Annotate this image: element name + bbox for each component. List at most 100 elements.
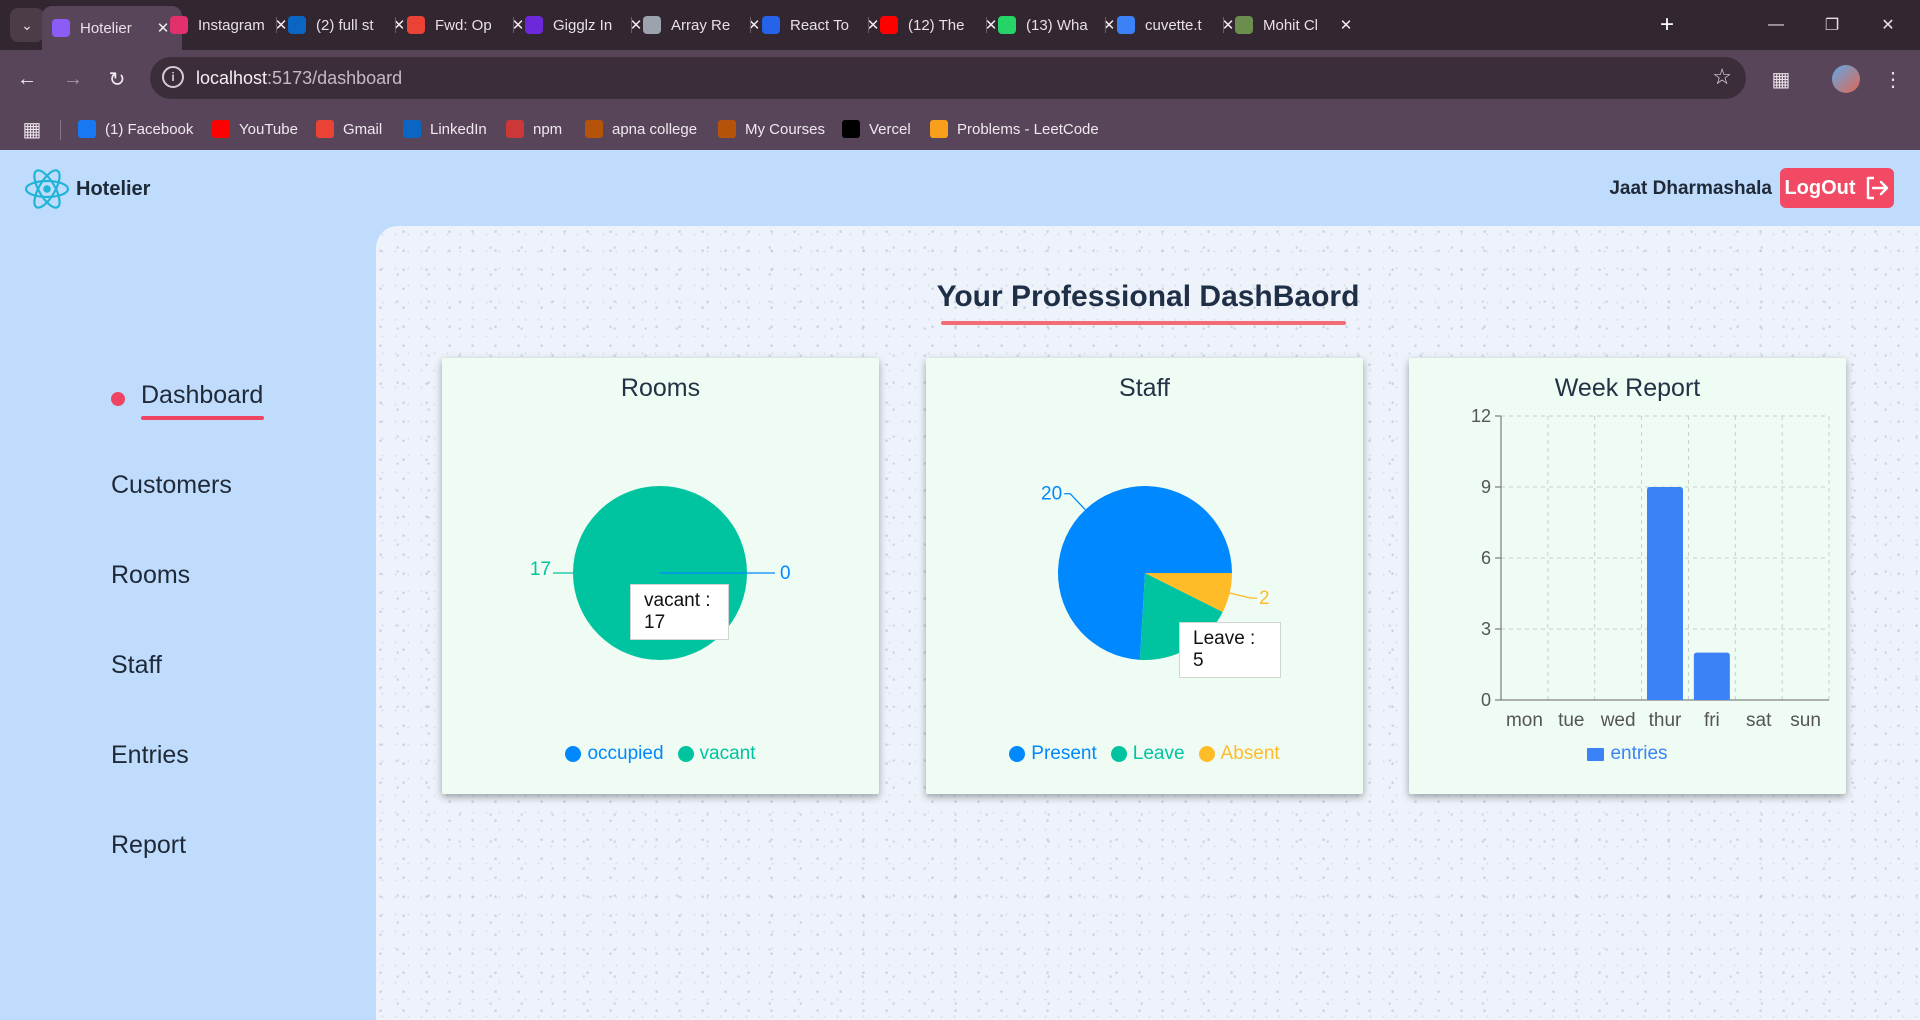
bookmark-item[interactable]: LinkedIn (403, 118, 487, 140)
logout-button[interactable]: LogOut (1780, 168, 1894, 208)
brand[interactable]: Hotelier (24, 168, 150, 210)
bar-thur[interactable] (1647, 487, 1683, 700)
list-icon (525, 16, 543, 34)
bookmark-label: (1) Facebook (105, 120, 194, 138)
x-tick-label: thur (1649, 710, 1682, 731)
legend-swatch (1198, 746, 1215, 762)
sidebar-item-report[interactable]: Report (111, 831, 186, 860)
browser-tab-title: (12) The (908, 16, 965, 34)
legend-swatch (565, 746, 582, 762)
bookmark-label: YouTube (239, 120, 298, 138)
vite-icon (52, 19, 70, 37)
sidebar-item-staff[interactable]: Staff (111, 651, 162, 680)
legend-item-leave[interactable]: Leave (1110, 743, 1185, 765)
y-tick-label: 9 (1481, 477, 1491, 497)
bookmark-item[interactable]: npm (506, 118, 562, 140)
url-text: localhost:5173/dashboard (196, 68, 403, 88)
tab-close-icon[interactable]: ✕ (1337, 16, 1355, 34)
rooms-pie-chart[interactable]: 0 17 (442, 358, 879, 794)
legend-item-absent[interactable]: Absent (1198, 743, 1280, 765)
extensions-icon[interactable]: ▦ (1764, 62, 1798, 96)
week-report-bar-chart[interactable]: 0 3 6 9 12 mon tue wed thur fri sat sun (1409, 358, 1846, 794)
address-bar[interactable]: i localhost:5173/dashboard ☆ (150, 57, 1746, 99)
restore-icon: ❐ (1824, 17, 1840, 34)
gmail-icon (407, 16, 425, 34)
tab-separator (986, 17, 987, 33)
staff-legend: Present Leave Absent (926, 743, 1363, 765)
tab-separator (395, 17, 396, 33)
tab-separator (1223, 17, 1224, 33)
pie-value-label: 17 (530, 559, 551, 580)
sidebar-item-rooms[interactable]: Rooms (111, 561, 190, 590)
pie-value-label: 20 (1041, 484, 1062, 505)
plus-icon: + (1659, 11, 1674, 38)
new-tab-button[interactable]: + (1652, 8, 1682, 42)
x-tick-label: mon (1506, 710, 1543, 731)
bookmark-item[interactable]: Problems - LeetCode (930, 118, 1099, 140)
legend-item-entries[interactable]: entries (1587, 743, 1668, 765)
legend-label: Present (1031, 743, 1097, 764)
reload-button[interactable]: ↻ (100, 62, 134, 96)
browser-tab-title: cuvette.t (1145, 16, 1202, 34)
apna-college-icon (718, 120, 736, 138)
react-logo-icon (24, 169, 70, 209)
minimize-icon: — (1768, 16, 1784, 33)
sidebar-item-dashboard[interactable]: Dashboard (141, 381, 263, 410)
tab-search-button[interactable]: ⌄ (10, 8, 44, 42)
youtube-icon (212, 120, 230, 138)
x-tick-label: sat (1746, 710, 1772, 731)
bookmark-item[interactable]: Vercel (842, 118, 911, 140)
legend-label: entries (1610, 743, 1668, 764)
menu-kebab-icon[interactable]: ⋮ (1876, 62, 1910, 96)
browser-toolbar: ← → ↻ i localhost:5173/dashboard ☆ ▦ ⋮ (0, 50, 1920, 108)
bookmark-item[interactable]: apna college (585, 118, 697, 140)
npm-icon (506, 120, 524, 138)
bookmark-label: My Courses (745, 120, 826, 138)
legend-swatch (677, 746, 694, 762)
arrow-right-icon: → (63, 67, 83, 90)
legend-item-vacant[interactable]: vacant (677, 743, 756, 765)
dashboard-main: Your Professional DashBaord Rooms 0 17 va… (376, 226, 1920, 1020)
minimize-button[interactable]: — (1756, 8, 1796, 42)
legend-label: occupied (587, 743, 664, 764)
logout-icon (1866, 176, 1888, 200)
browser-tab-title: Instagram (198, 16, 265, 34)
forward-button[interactable]: → (56, 62, 90, 96)
browser-tab-title: Hotelier (80, 19, 132, 37)
brand-name: Hotelier (76, 177, 151, 200)
legend-item-occupied[interactable]: occupied (565, 743, 664, 765)
sidebar: Dashboard Customers Rooms Staff Entries … (0, 226, 375, 1020)
legend-item-present[interactable]: Present (1009, 743, 1097, 765)
staff-pie-chart[interactable]: 2052 (926, 358, 1363, 794)
y-tick-label: 12 (1471, 406, 1491, 426)
linkedin-icon (403, 120, 421, 138)
y-tick-label: 3 (1481, 619, 1491, 639)
pie-value-label: 0 (780, 563, 791, 584)
back-button[interactable]: ← (10, 62, 44, 96)
bookmark-item[interactable]: My Courses (718, 118, 825, 140)
reload-icon: ↻ (108, 68, 126, 91)
bookmark-item[interactable]: YouTube (212, 118, 298, 140)
profile-avatar[interactable] (1832, 65, 1860, 93)
leetcode-icon (930, 120, 948, 138)
apps-grid-icon[interactable]: ▦ (20, 117, 44, 141)
week-report-card: Week Report 0 3 6 9 12 mon tue wed thur fri sat sun… (1409, 358, 1846, 794)
restore-button[interactable]: ❐ (1812, 8, 1852, 42)
close-window-button[interactable]: ✕ (1868, 8, 1908, 42)
bookmark-item[interactable]: Gmail (316, 118, 382, 140)
week-report-legend: entries (1409, 743, 1846, 765)
page-title: Your Professional DashBaord (936, 280, 1360, 313)
y-tick-label: 6 (1481, 548, 1491, 568)
sidebar-item-entries[interactable]: Entries (111, 741, 189, 770)
chevron-down-icon: ⌄ (21, 16, 33, 33)
site-info-icon[interactable]: i (162, 66, 184, 88)
sidebar-item-customers[interactable]: Customers (111, 471, 232, 500)
vercel-icon (842, 120, 860, 138)
openai-icon (643, 16, 661, 34)
bookmark-label: Gmail (343, 120, 383, 138)
hotelier-app: Hotelier Jaat Dharmashala LogOut Dashboa… (0, 150, 1920, 1020)
bookmark-item[interactable]: (1) Facebook (78, 118, 193, 140)
bookmark-star-icon[interactable]: ☆ (1712, 64, 1732, 90)
bar-fri[interactable] (1693, 652, 1730, 700)
browser-tab[interactable]: Mohit Cl ✕ (1225, 8, 1365, 42)
